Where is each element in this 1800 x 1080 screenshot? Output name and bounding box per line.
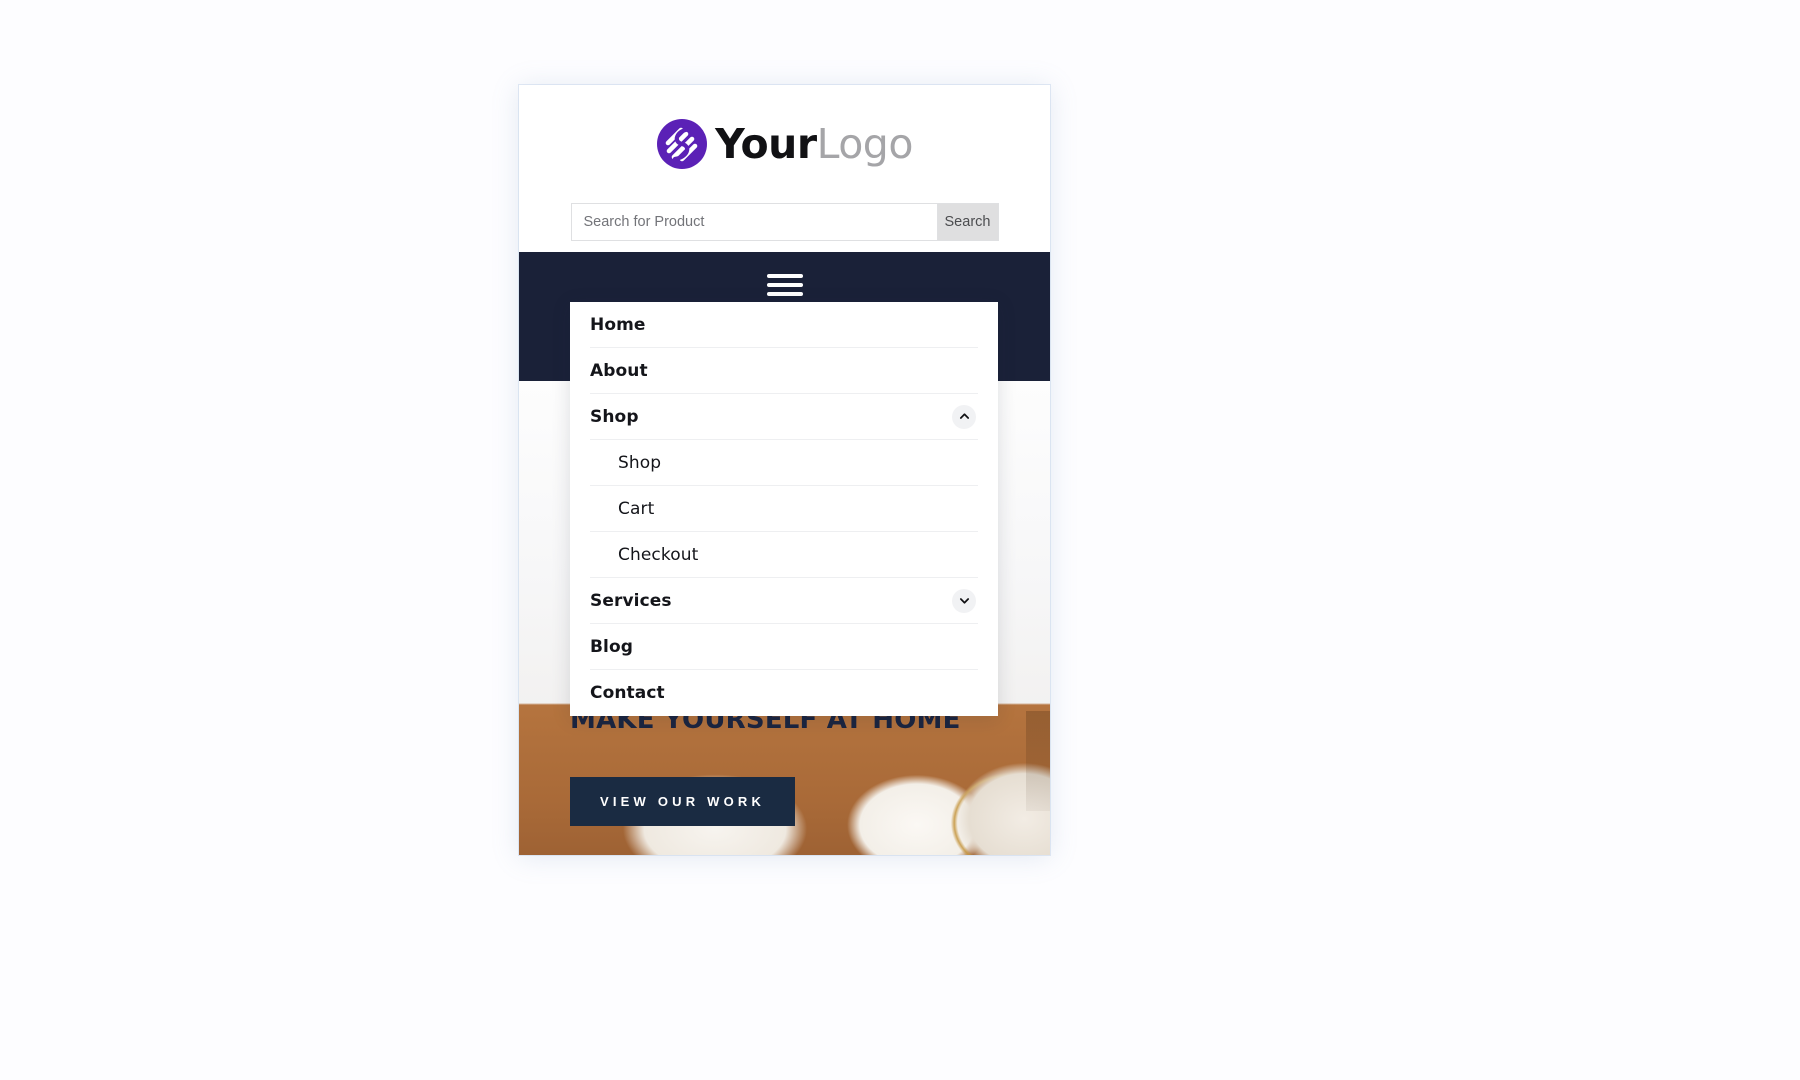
menu-item-label: Checkout	[618, 544, 699, 565]
menu-item-shop-sub[interactable]: Shop	[590, 440, 978, 486]
hamburger-bar	[766, 283, 803, 287]
browser-viewport-frame: YourLogo Search MAKE YOURSELF AT HOME VI…	[519, 85, 1050, 855]
menu-item-about[interactable]: About	[590, 348, 978, 394]
logo-text-primary: Your	[715, 119, 817, 168]
menu-item-shop[interactable]: Shop	[590, 394, 978, 440]
menu-item-label: Blog	[590, 636, 634, 657]
site-logo-text: YourLogo	[715, 123, 913, 165]
view-our-work-button[interactable]: VIEW OUR WORK	[570, 777, 796, 826]
menu-item-home[interactable]: Home	[590, 302, 978, 348]
menu-item-blog[interactable]: Blog	[590, 624, 978, 670]
hamburger-bar	[766, 292, 803, 296]
site-logo[interactable]: YourLogo	[519, 105, 1050, 183]
menu-item-label: About	[590, 360, 648, 381]
brand-swirl-logo-icon	[657, 119, 708, 169]
chevron-down-icon[interactable]	[952, 588, 976, 613]
menu-item-label: Services	[590, 590, 672, 611]
search-button[interactable]: Search	[936, 203, 999, 241]
menu-item-checkout-sub[interactable]: Checkout	[590, 532, 978, 578]
search-group: Search	[570, 203, 999, 241]
menu-item-label: Home	[590, 314, 646, 335]
hero-image-shading	[1026, 711, 1050, 811]
hamburger-menu-icon[interactable]	[765, 270, 805, 300]
hamburger-bar	[766, 274, 803, 278]
menu-item-label: Shop	[618, 452, 662, 473]
logo-text-secondary: Logo	[816, 119, 914, 168]
search-input[interactable]	[570, 203, 937, 241]
mobile-menu-dropdown: Home About Shop Shop Cart Checkout Services Blo…	[570, 302, 998, 716]
chevron-up-icon[interactable]	[952, 404, 976, 429]
menu-item-cart-sub[interactable]: Cart	[590, 486, 978, 532]
menu-item-services[interactable]: Services	[590, 578, 978, 624]
menu-item-contact[interactable]: Contact	[590, 670, 978, 716]
site-header: YourLogo Search	[519, 85, 1050, 252]
search-row: Search	[519, 203, 1050, 241]
menu-item-label: Contact	[590, 683, 665, 703]
menu-item-label: Cart	[618, 498, 655, 519]
menu-item-label: Shop	[590, 406, 639, 427]
